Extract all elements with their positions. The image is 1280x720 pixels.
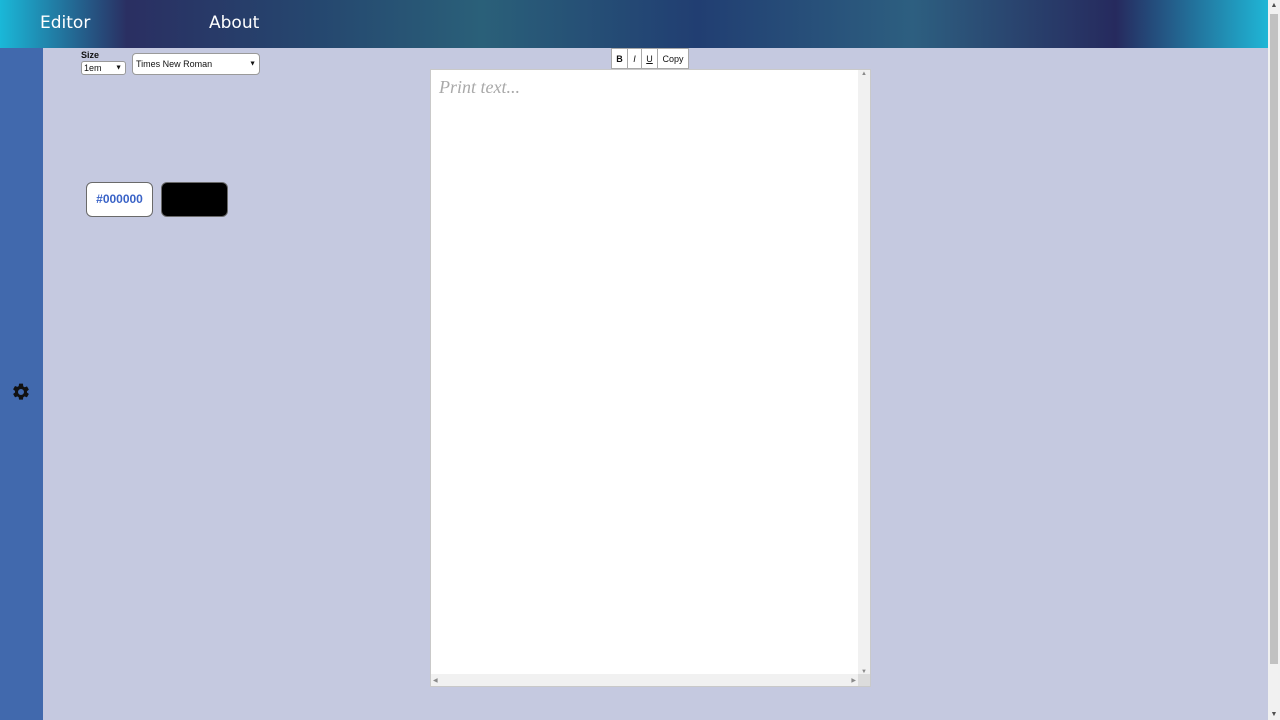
editor-horizontal-scrollbar[interactable]: ◀ ▶	[431, 674, 858, 686]
page-scroll-down-icon[interactable]: ▼	[1268, 711, 1280, 718]
page-scroll-thumb[interactable]	[1270, 14, 1278, 664]
scroll-up-icon[interactable]: ▲	[861, 71, 867, 77]
font-select-value: Times New Roman	[136, 59, 213, 69]
gear-icon[interactable]	[11, 382, 31, 402]
underline-button[interactable]: U	[641, 48, 658, 69]
hex-color-field[interactable]: #000000	[86, 182, 153, 217]
bold-button[interactable]: B	[611, 48, 628, 69]
size-select[interactable]: 1em ▼	[81, 61, 126, 75]
copy-button[interactable]: Copy	[657, 48, 689, 69]
page-scrollbar[interactable]: ▲ ▼	[1268, 0, 1280, 720]
nav-editor-link[interactable]: Editor	[40, 13, 90, 33]
page-scroll-up-icon[interactable]: ▲	[1268, 2, 1280, 9]
size-select-value: 1em	[84, 63, 102, 73]
size-label: Size	[81, 50, 100, 60]
editor-vertical-scrollbar[interactable]: ▲ ▼	[858, 70, 870, 676]
editor-placeholder: Print text...	[439, 77, 520, 97]
scrollbar-corner	[858, 674, 870, 686]
nav-about-link[interactable]: About	[209, 13, 259, 33]
italic-button[interactable]: I	[627, 48, 642, 69]
color-swatch[interactable]	[161, 182, 228, 217]
chevron-down-icon: ▼	[249, 60, 256, 68]
left-sidebar	[0, 48, 43, 720]
format-toolbar: B I U Copy	[611, 48, 689, 69]
scroll-left-icon[interactable]: ◀	[433, 677, 438, 684]
scroll-right-icon[interactable]: ▶	[851, 677, 856, 684]
text-editor[interactable]: Print text... ▲ ▼ ◀ ▶	[430, 69, 871, 687]
font-family-select[interactable]: Times New Roman ▼	[132, 53, 260, 75]
chevron-down-icon: ▼	[115, 64, 122, 72]
top-nav: Editor About	[0, 0, 1268, 48]
